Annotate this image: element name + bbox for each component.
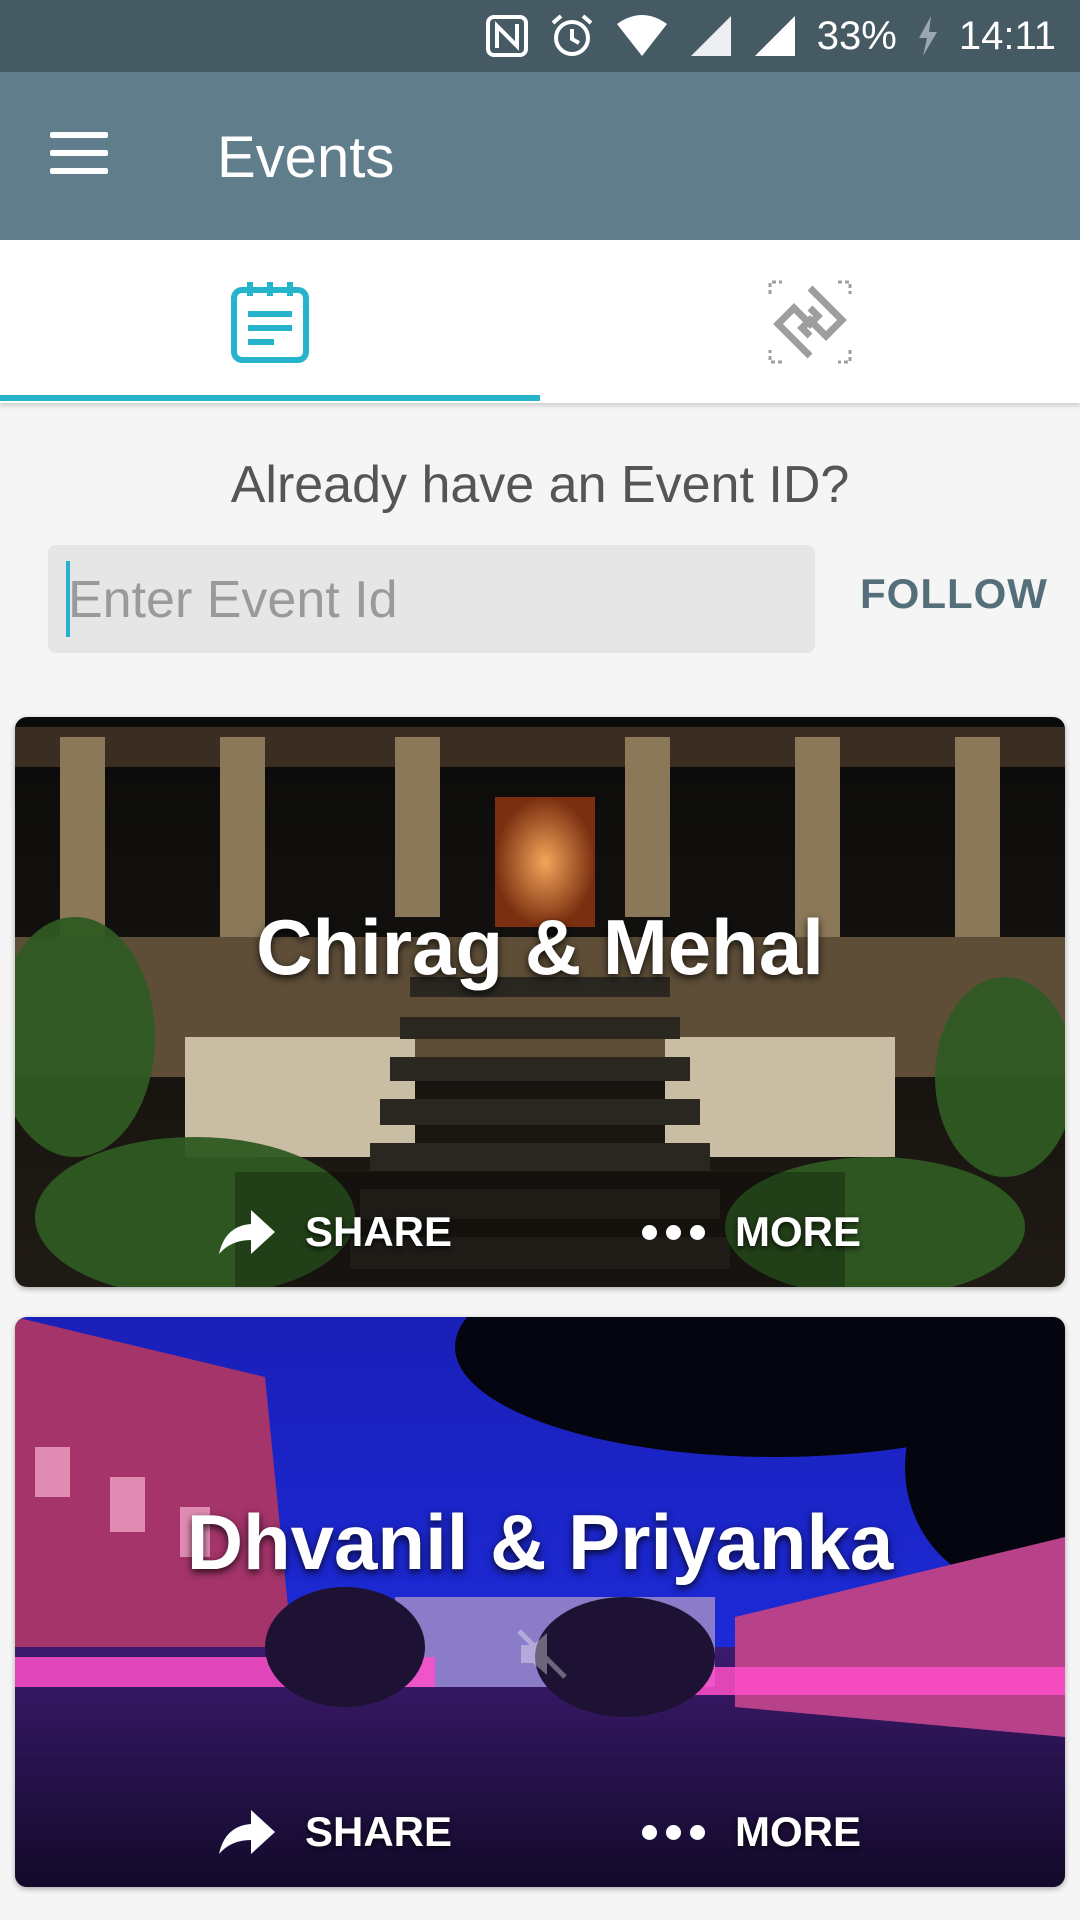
event-calendar-icon	[231, 281, 309, 363]
mute-icon	[517, 1629, 567, 1679]
event-card[interactable]: Chirag & Mehal SHARE MORE	[15, 717, 1065, 1287]
hamburger-menu-icon[interactable]	[50, 132, 114, 180]
follow-button[interactable]: FOLLOW	[860, 570, 1048, 618]
battery-percent: 33%	[816, 13, 897, 58]
nfc-icon	[485, 15, 528, 57]
active-tab-indicator	[0, 395, 540, 401]
charging-icon	[918, 16, 937, 56]
alarm-icon	[551, 14, 593, 56]
tab-bar	[0, 240, 1080, 403]
event-id-field-container	[48, 545, 815, 655]
share-button[interactable]: SHARE	[218, 1808, 452, 1856]
event-title: Chirag & Mehal	[256, 903, 824, 991]
share-arrow-icon	[218, 1210, 275, 1254]
text-cursor	[66, 561, 70, 637]
event-title: Dhvanil & Priyanka	[186, 1498, 894, 1586]
event-card[interactable]: Dhvanil & Priyanka SHARE MORE	[15, 1317, 1065, 1887]
wifi-icon	[616, 15, 667, 56]
share-arrow-icon	[218, 1810, 275, 1854]
signal-icon	[690, 16, 731, 56]
event-id-input[interactable]	[66, 545, 810, 655]
more-button[interactable]: MORE	[642, 1208, 861, 1256]
page-title: Events	[217, 125, 395, 190]
tab-scan[interactable]	[540, 240, 1080, 403]
event-id-prompt: Already have an Event ID?	[230, 456, 850, 514]
more-dots-icon	[642, 1224, 706, 1240]
qr-scan-icon	[768, 280, 852, 363]
status-bar: 33% 14:11	[0, 0, 1080, 72]
event-actions: SHARE MORE	[15, 1777, 1065, 1887]
clock: 14:11	[958, 13, 1056, 58]
tab-events[interactable]	[0, 240, 540, 403]
app-bar: Events	[0, 72, 1080, 240]
more-dots-icon	[642, 1824, 706, 1840]
share-button[interactable]: SHARE	[218, 1208, 452, 1256]
more-button[interactable]: MORE	[642, 1808, 861, 1856]
event-actions: SHARE MORE	[15, 1177, 1065, 1287]
signal-icon	[754, 16, 795, 56]
